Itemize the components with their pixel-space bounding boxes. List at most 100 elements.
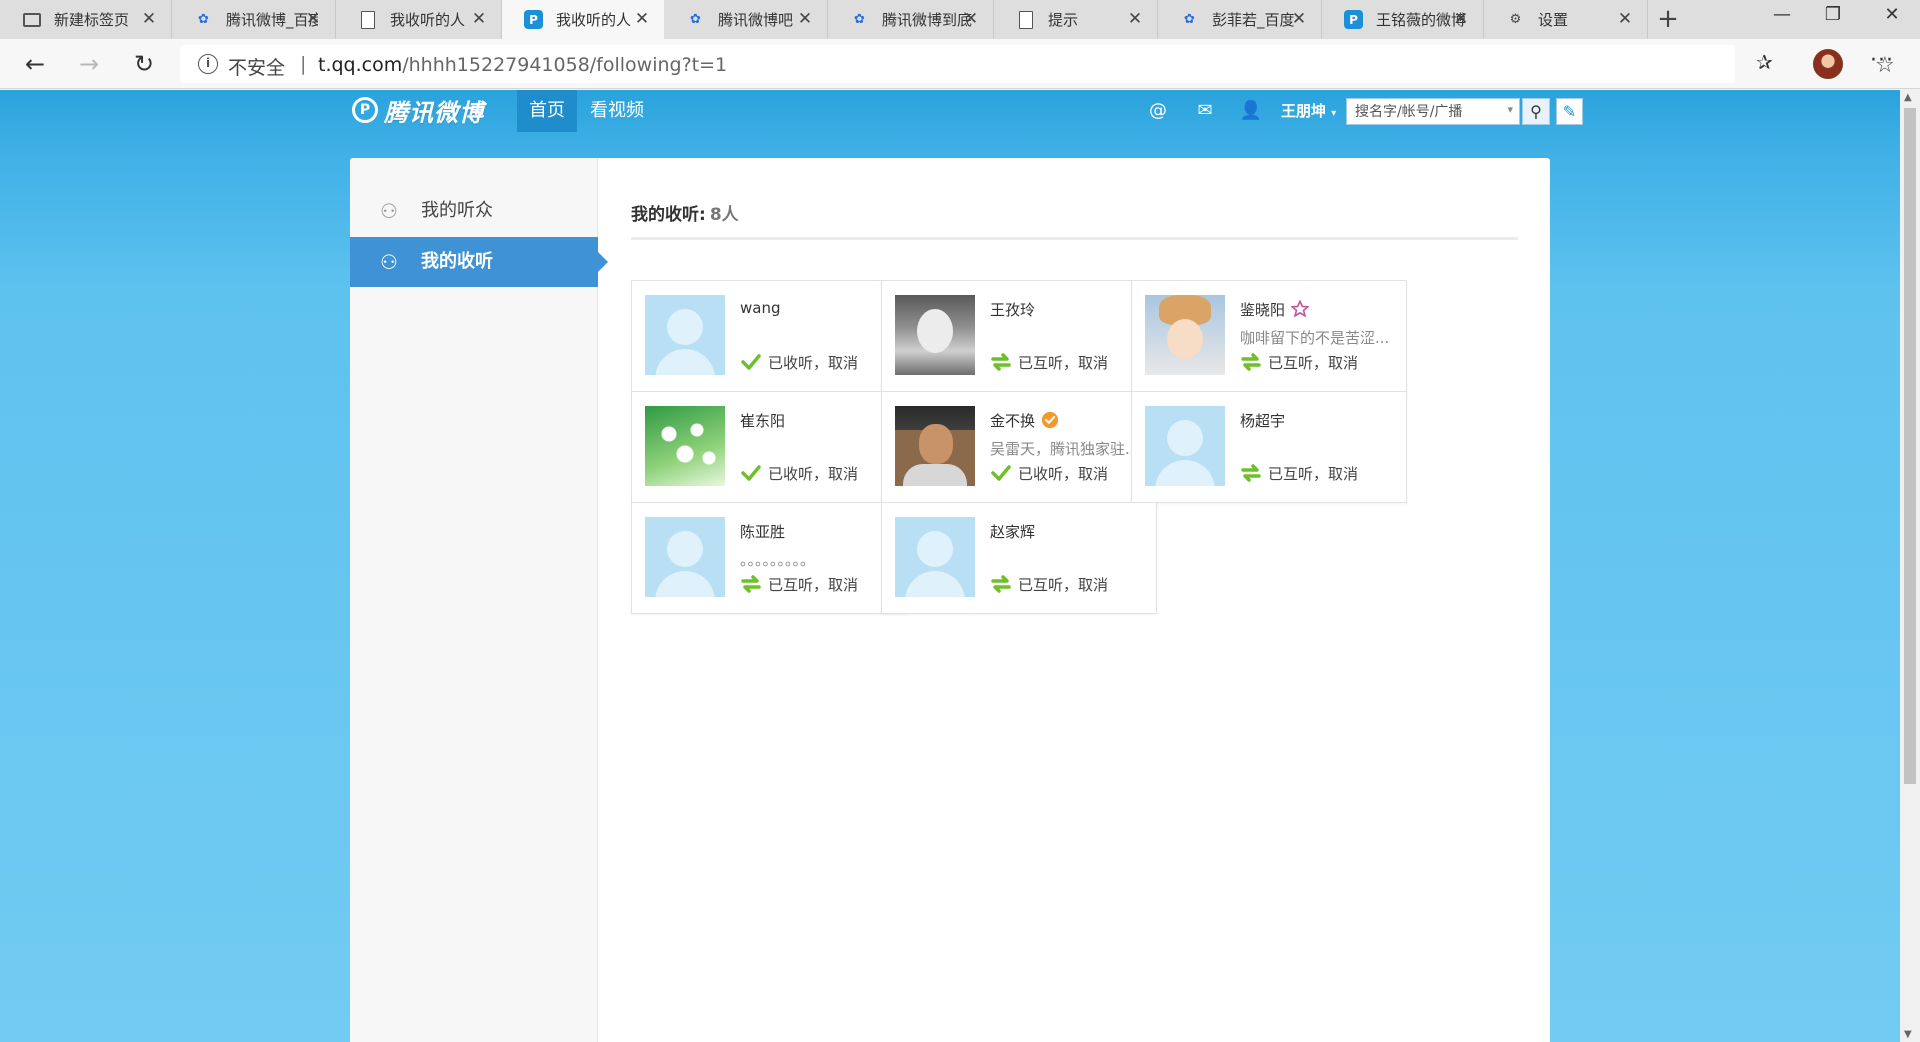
browser-tab[interactable]: ✿ 腾讯微博吧 ✕ xyxy=(664,0,828,39)
browser-tab[interactable]: 我收听的人 ✕ xyxy=(336,0,502,39)
unfollow-link[interactable]: 取消 xyxy=(1078,352,1108,373)
close-tab-icon[interactable]: ✕ xyxy=(1451,9,1471,29)
refresh-button[interactable]: ↻ xyxy=(127,47,161,81)
check-icon xyxy=(740,464,762,482)
browser-tab[interactable]: 提示 ✕ xyxy=(994,0,1158,39)
unfollow-link[interactable]: 取消 xyxy=(828,352,858,373)
user-name[interactable]: 杨超宇 xyxy=(1240,410,1285,431)
logo-text: 腾讯微博 xyxy=(384,98,484,127)
close-tab-icon[interactable]: ✕ xyxy=(795,9,815,29)
star-badge-icon xyxy=(1285,300,1310,319)
user-icon[interactable]: 👤 xyxy=(1239,99,1263,123)
avatar[interactable] xyxy=(1145,406,1225,486)
close-tab-icon[interactable]: ✕ xyxy=(1615,9,1635,29)
browser-tab[interactable]: ✿ 彭菲若_百度 ✕ xyxy=(1158,0,1322,39)
unfollow-link[interactable]: 取消 xyxy=(1328,352,1358,373)
avatar[interactable] xyxy=(645,295,725,375)
browser-tab[interactable]: ✿ 腾讯微博到底 ✕ xyxy=(828,0,994,39)
site-logo[interactable]: P 腾讯微博 xyxy=(352,94,484,127)
page-icon xyxy=(358,10,377,29)
sidebar-item-following[interactable]: ⚇ 我的收听 xyxy=(350,237,608,287)
page-scrollbar[interactable]: ▲ ▼ xyxy=(1900,90,1920,1042)
scroll-up-icon[interactable]: ▲ xyxy=(1904,92,1912,103)
search-input[interactable] xyxy=(1347,99,1497,124)
avatar[interactable] xyxy=(895,517,975,597)
close-tab-icon[interactable]: ✕ xyxy=(961,9,981,29)
info-icon[interactable]: i xyxy=(198,54,218,74)
mutual-follow-icon xyxy=(740,575,762,593)
username-menu[interactable]: 王朋坤 ▾ xyxy=(1281,100,1336,121)
user-name[interactable]: 鉴晓阳 xyxy=(1240,299,1310,320)
follow-status: 已互听，取消 xyxy=(990,351,1108,373)
browser-tab-active[interactable]: P 我收听的人 ✕ xyxy=(502,0,664,39)
status-separator: ， xyxy=(813,464,829,483)
scroll-thumb[interactable] xyxy=(1904,108,1916,784)
close-tab-icon[interactable]: ✕ xyxy=(303,9,323,29)
avatar[interactable] xyxy=(645,406,725,486)
follow-status: 已收听，取消 xyxy=(740,351,858,373)
profile-avatar[interactable] xyxy=(1813,49,1843,79)
unfollow-link[interactable]: 取消 xyxy=(828,574,858,595)
new-tab-button[interactable]: + xyxy=(1652,3,1684,35)
user-name-text: 鉴晓阳 xyxy=(1240,301,1286,319)
user-name[interactable]: 王孜玲 xyxy=(990,299,1035,320)
user-card: 王孜玲已互听，取消 xyxy=(881,280,1157,392)
compose-button[interactable]: ✎ xyxy=(1556,98,1583,125)
follow-status: 已收听，取消 xyxy=(740,462,858,484)
unfollow-link[interactable]: 取消 xyxy=(828,463,858,484)
status-separator: ， xyxy=(1063,464,1079,483)
user-name[interactable]: wang xyxy=(740,299,781,317)
close-tab-icon[interactable]: ✕ xyxy=(1125,9,1145,29)
close-tab-icon[interactable]: ✕ xyxy=(139,9,159,29)
user-name-text: 赵家辉 xyxy=(990,523,1036,541)
user-card: 鉴晓阳 咖啡留下的不是苦涩... 已互听，取消 xyxy=(1131,280,1407,392)
browser-tab[interactable]: ⚙ 设置 ✕ xyxy=(1484,0,1648,39)
avatar[interactable] xyxy=(645,517,725,597)
following-count: 8人 xyxy=(709,205,739,225)
url-field[interactable]: i 不安全 | t.qq.com/hhhh15227941058/followi… xyxy=(180,45,1895,83)
baidu-paw-icon: ✿ xyxy=(1184,12,1195,27)
mail-icon[interactable]: ✉ xyxy=(1193,99,1217,123)
more-icon[interactable]: ··· xyxy=(1870,48,1894,73)
mention-icon[interactable]: @ xyxy=(1146,99,1170,123)
browser-tab[interactable]: 新建标签页 ✕ xyxy=(0,0,172,39)
window-close-button[interactable]: ✕ xyxy=(1862,0,1920,32)
user-name-text: wang xyxy=(740,299,781,317)
new-tab-icon xyxy=(22,10,41,29)
user-card: 陈亚胜。。。。。。。。。 已互听，取消 xyxy=(631,502,907,614)
unfollow-link[interactable]: 取消 xyxy=(1078,463,1108,484)
browser-tab[interactable]: P 王铭薇的微博 ✕ xyxy=(1322,0,1484,39)
favorites-icon[interactable]: ✰ xyxy=(1756,50,1773,74)
status-separator: ， xyxy=(813,353,829,372)
restore-button[interactable]: ❐ xyxy=(1803,0,1863,32)
avatar[interactable] xyxy=(895,406,975,486)
close-tab-icon[interactable]: ✕ xyxy=(469,9,489,29)
search-button[interactable]: ⚲ xyxy=(1522,98,1550,125)
search-box: ▾ xyxy=(1346,98,1520,125)
user-name[interactable]: 陈亚胜 xyxy=(740,521,785,542)
url-host: t.qq.com xyxy=(318,54,403,76)
scroll-down-icon[interactable]: ▼ xyxy=(1904,1029,1912,1040)
nav-video[interactable]: 看视频 xyxy=(578,90,656,132)
browser-tab[interactable]: ✿ 腾讯微博_百度百科 ✕ xyxy=(172,0,336,39)
chevron-down-icon[interactable]: ▾ xyxy=(1507,103,1513,116)
page-viewport: P 腾讯微博 首页 看视频 @ ✉ 👤 王朋坤 ▾ ▾ ⚲ ✎ ⚇ 我的听众 ⚇… xyxy=(0,90,1900,1042)
back-button[interactable]: ← xyxy=(18,47,52,81)
close-tab-icon[interactable]: ✕ xyxy=(1289,9,1309,29)
forward-button[interactable]: → xyxy=(72,47,106,81)
user-add-icon: ⚇ xyxy=(380,199,398,223)
weibo-icon: P xyxy=(524,10,543,29)
user-name[interactable]: 赵家辉 xyxy=(990,521,1035,542)
avatar[interactable] xyxy=(895,295,975,375)
sidebar: ⚇ 我的听众 ⚇ 我的收听 xyxy=(350,158,608,1042)
unfollow-link[interactable]: 取消 xyxy=(1328,463,1358,484)
sidebar-item-followers[interactable]: ⚇ 我的听众 xyxy=(350,186,598,236)
user-name[interactable]: 崔东阳 xyxy=(740,410,785,431)
user-name-text: 杨超宇 xyxy=(1240,412,1286,430)
user-card: 崔东阳已收听，取消 xyxy=(631,391,907,503)
nav-home[interactable]: 首页 xyxy=(517,90,577,132)
close-tab-icon[interactable]: ✕ xyxy=(632,9,652,29)
unfollow-link[interactable]: 取消 xyxy=(1078,574,1108,595)
avatar[interactable] xyxy=(1145,295,1225,375)
user-name[interactable]: 金不换 xyxy=(990,410,1059,431)
